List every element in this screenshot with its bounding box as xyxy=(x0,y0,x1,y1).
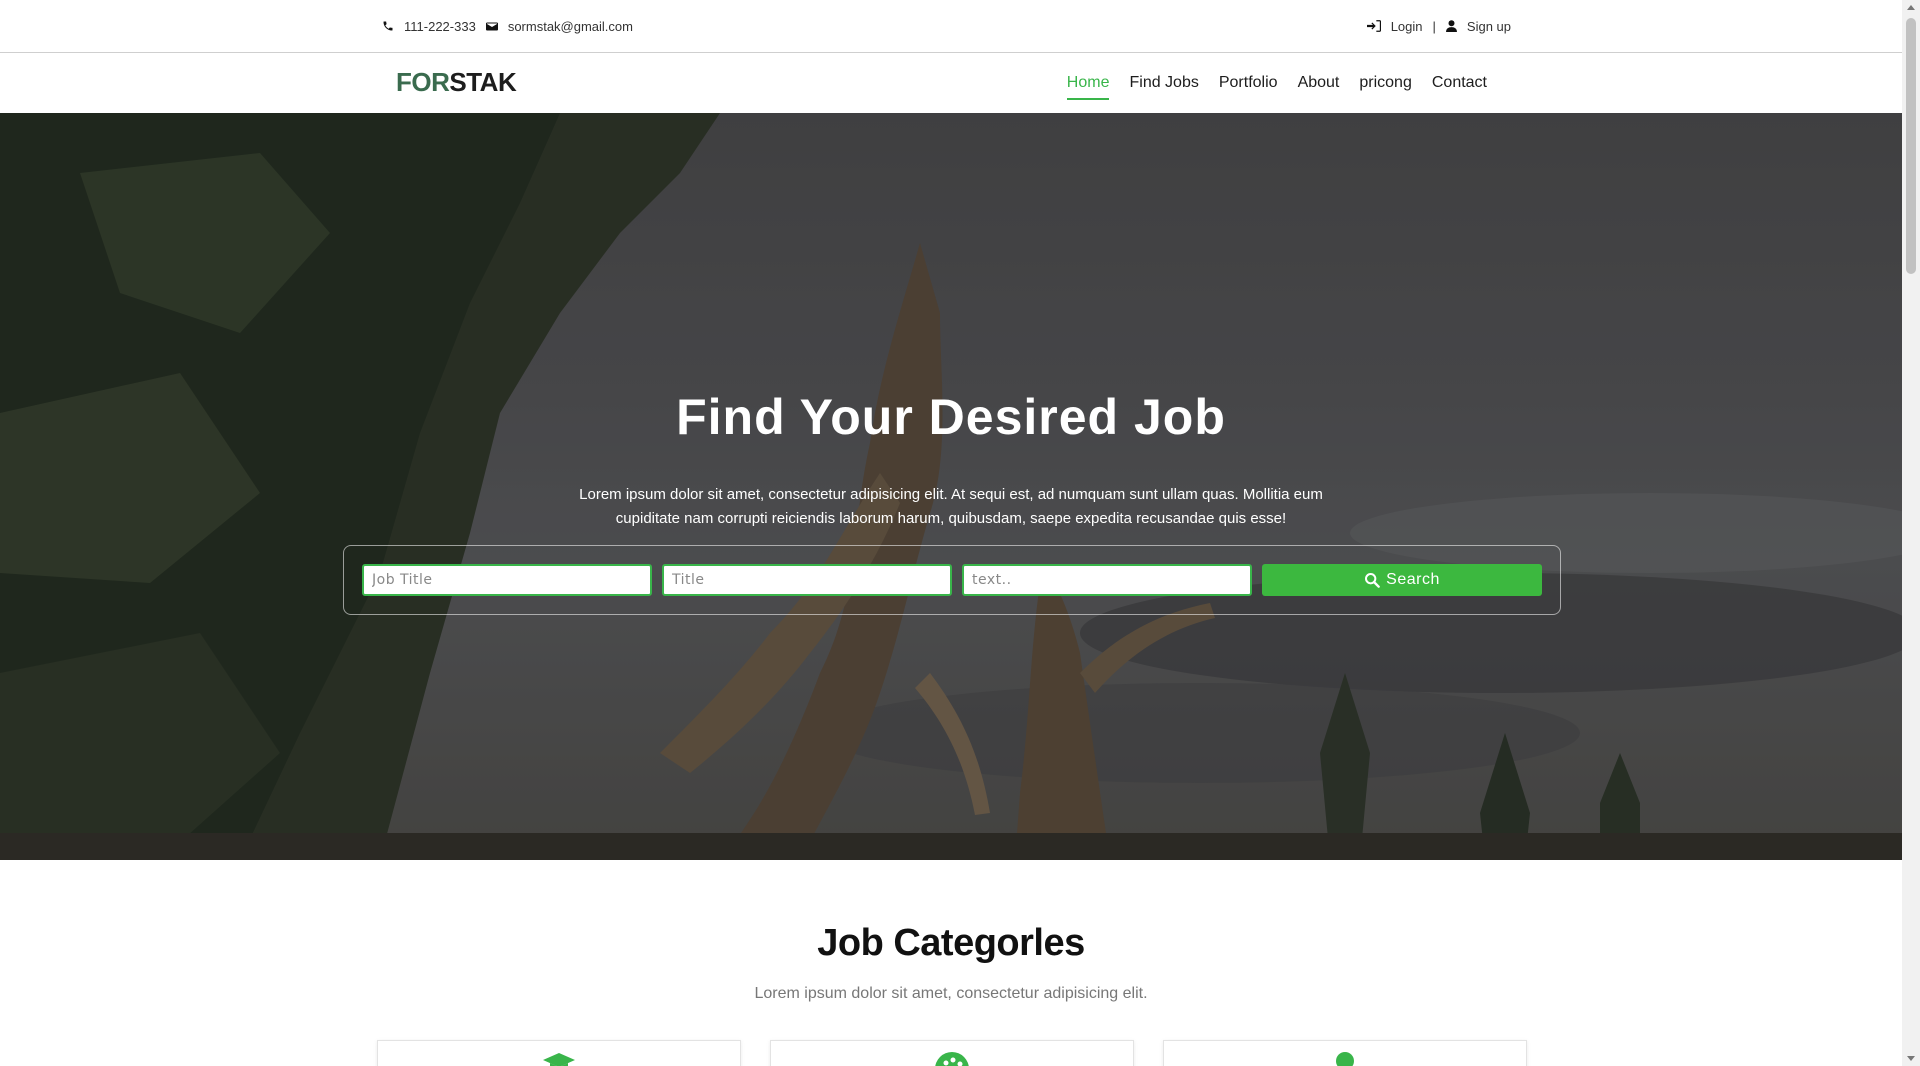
phone-number: 111-222-333 xyxy=(404,18,476,34)
categories-subtitle: Lorem ipsum dolor sit amet, consectetur … xyxy=(754,985,1148,1002)
nav-home[interactable]: Home xyxy=(1066,70,1109,100)
job-search-form: Search xyxy=(343,545,1561,615)
top-bar: 111-222-333 sormstak@gmail.com Login | S… xyxy=(0,0,1902,53)
search-button[interactable]: Search xyxy=(1262,564,1542,596)
hero-title: Find Your Desired Job xyxy=(676,389,1226,445)
main-menu: Home Find Jobs Portfolio About pricong C… xyxy=(1047,53,1487,113)
text-input[interactable] xyxy=(962,564,1252,596)
phone-icon xyxy=(383,21,393,31)
email-address: sormstak@gmail.com xyxy=(507,18,633,34)
nav-find-jobs[interactable]: Find Jobs xyxy=(1129,70,1198,96)
login-link[interactable]: Login xyxy=(1366,18,1423,34)
scroll-up-arrow[interactable] xyxy=(1907,5,1915,10)
email-contact[interactable]: sormstak@gmail.com xyxy=(485,18,633,34)
auth-links: Login | Sign up xyxy=(1366,0,1511,52)
scrollbar-thumb[interactable] xyxy=(1906,18,1916,274)
page-scrollbar[interactable] xyxy=(1902,0,1920,1066)
contact-info: 111-222-333 sormstak@gmail.com xyxy=(382,0,643,52)
palette-icon xyxy=(935,1052,969,1066)
nav-contact[interactable]: Contact xyxy=(1432,70,1487,96)
hero-section: Find Your Desired Job Lorem ipsum dolor … xyxy=(0,113,1902,860)
category-card[interactable] xyxy=(770,1040,1134,1066)
site-logo[interactable]: FORSTAK xyxy=(396,67,517,98)
category-card[interactable] xyxy=(377,1040,741,1066)
search-button-label: Search xyxy=(1386,571,1440,588)
navbar: FORSTAK Home Find Jobs Portfolio About p… xyxy=(0,53,1902,113)
logo-part-2: STAK xyxy=(449,67,517,97)
categories-title: Job Categorles xyxy=(817,922,1085,964)
page: 111-222-333 sormstak@gmail.com Login | S… xyxy=(0,0,1902,1066)
phone-contact[interactable]: 111-222-333 xyxy=(382,19,476,34)
nav-about[interactable]: About xyxy=(1298,70,1340,96)
user-icon xyxy=(1336,1052,1354,1066)
sign-in-icon xyxy=(1366,20,1381,32)
job-title-input[interactable] xyxy=(362,564,652,596)
signup-label: Sign up xyxy=(1466,18,1511,34)
title-input[interactable] xyxy=(662,564,952,596)
signup-link[interactable]: Sign up xyxy=(1445,18,1511,34)
logo-part-1: FOR xyxy=(396,67,450,97)
envelope-icon xyxy=(485,22,498,30)
category-card[interactable] xyxy=(1163,1040,1527,1066)
login-label: Login xyxy=(1390,18,1423,34)
search-icon xyxy=(1365,573,1380,588)
nav-pricing[interactable]: pricong xyxy=(1359,70,1411,96)
user-icon xyxy=(1445,20,1457,32)
nav-portfolio[interactable]: Portfolio xyxy=(1219,70,1278,96)
hero-description: Lorem ipsum dolor sit amet, consectetur … xyxy=(579,486,1323,527)
graduation-cap-icon xyxy=(543,1053,575,1066)
scroll-down-arrow[interactable] xyxy=(1907,1056,1915,1061)
auth-separator: | xyxy=(1432,18,1436,34)
